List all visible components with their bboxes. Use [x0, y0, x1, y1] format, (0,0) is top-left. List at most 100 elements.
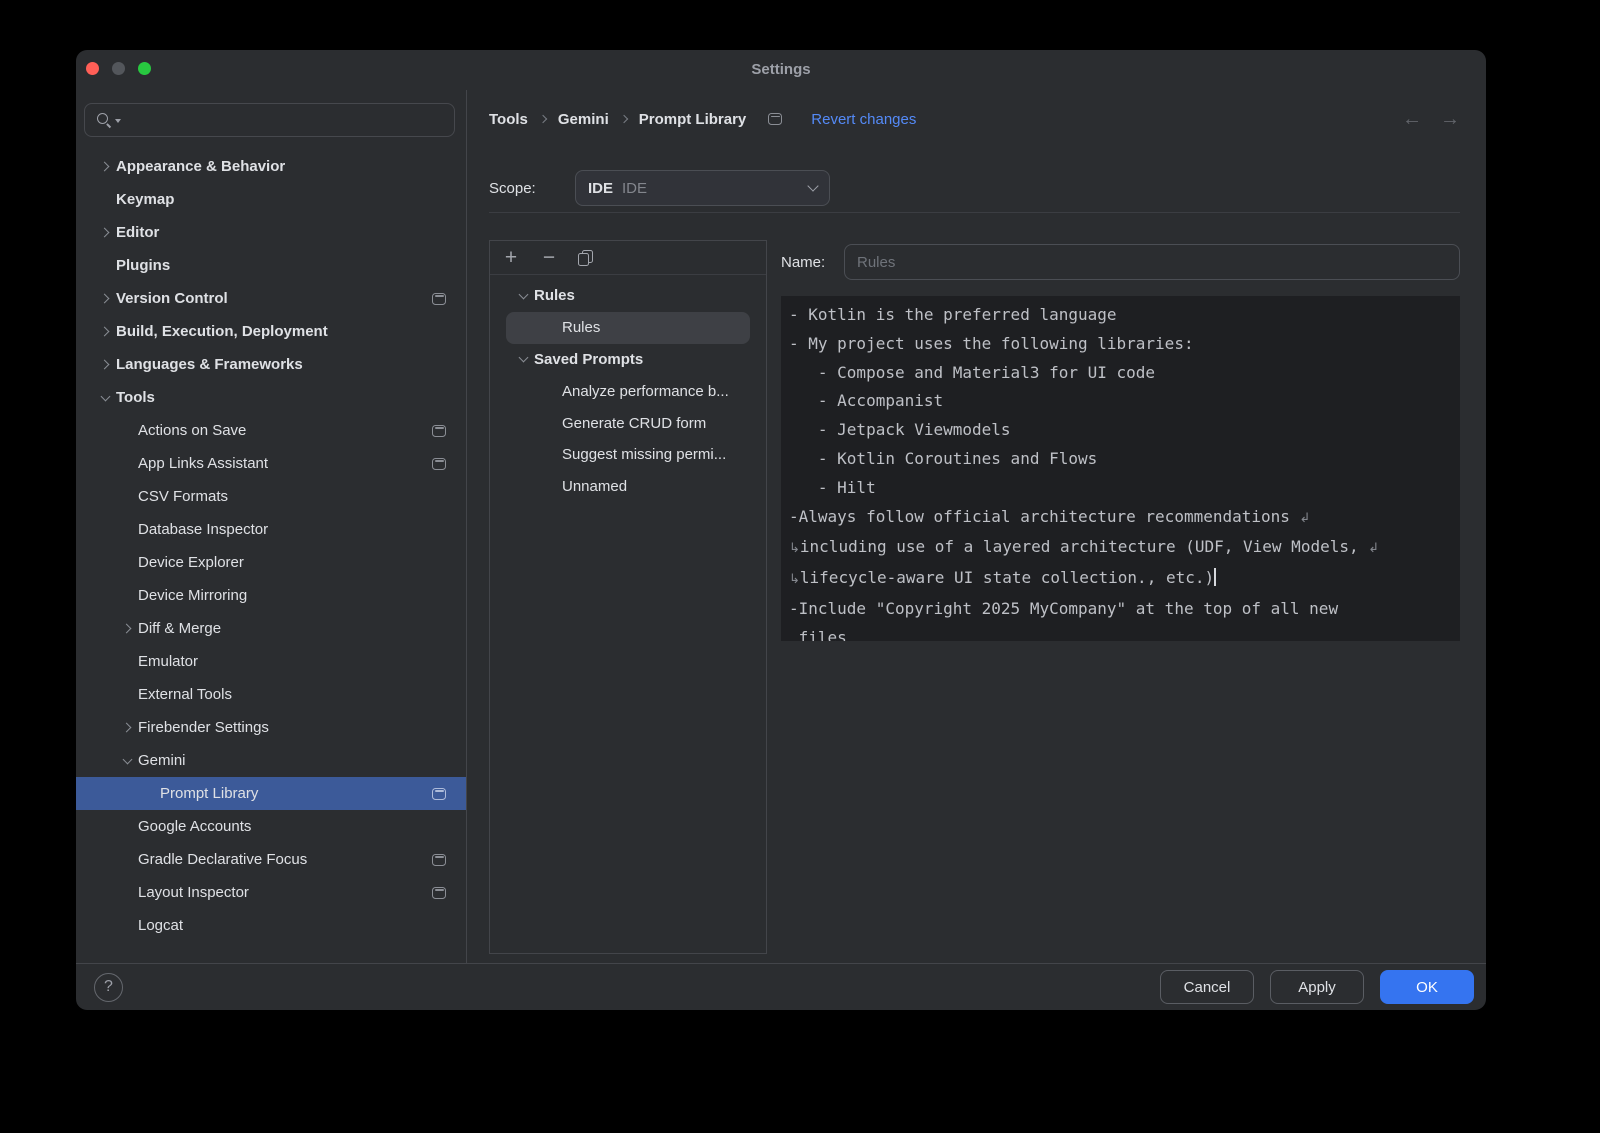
editor-line: -Always follow official architecture rec…	[789, 503, 1452, 534]
modified-indicator-icon	[432, 887, 446, 899]
soft-wrap-icon: ↲	[1368, 541, 1379, 556]
chevron-right-icon	[94, 295, 116, 302]
cancel-button[interactable]: Cancel	[1160, 970, 1254, 1004]
sidebar-item-database-inspector[interactable]: Database Inspector	[76, 513, 466, 546]
editor-line: - Hilt	[789, 474, 1452, 503]
sidebar-item-firebender-settings[interactable]: Firebender Settings	[76, 711, 466, 744]
prompt-group-saved-prompts[interactable]: Saved Prompts	[506, 344, 750, 376]
sidebar-item-logcat[interactable]: Logcat	[76, 909, 466, 942]
help-button[interactable]: ?	[94, 973, 123, 1002]
prompt-item-label: Unnamed	[562, 478, 627, 495]
chevron-right-icon	[116, 625, 138, 632]
modified-indicator-icon	[432, 788, 446, 800]
sidebar-item-languages-frameworks[interactable]: Languages & Frameworks	[76, 348, 466, 381]
breadcrumb: Tools Gemini Prompt Library	[489, 111, 746, 128]
editor-line: - Jetpack Viewmodels	[789, 416, 1452, 445]
modified-indicator-icon	[432, 425, 446, 437]
sidebar-item-label: Layout Inspector	[138, 884, 249, 901]
prompt-tree: Rules Rules Saved Prompts Analyze perfor…	[490, 275, 766, 503]
soft-wrap-icon: ↲	[1300, 511, 1311, 526]
sidebar-item-label: Device Explorer	[138, 554, 244, 571]
sidebar-item-layout-inspector[interactable]: Layout Inspector	[76, 876, 466, 909]
prompt-item-analyze-performance[interactable]: Analyze performance b...	[506, 375, 750, 407]
sidebar-item-label: Appearance & Behavior	[116, 158, 285, 175]
modified-indicator-icon	[432, 458, 446, 470]
prompt-item-generate-crud-form[interactable]: Generate CRUD form	[506, 407, 750, 439]
sidebar-item-label: Editor	[116, 224, 159, 241]
forward-arrow-icon[interactable]: →	[1440, 109, 1460, 129]
editor-line: - Kotlin Coroutines and Flows	[789, 445, 1452, 474]
breadcrumb-separator-icon	[539, 115, 547, 123]
sidebar-item-build-execution-deployment[interactable]: Build, Execution, Deployment	[76, 315, 466, 348]
chevron-down-icon	[807, 180, 818, 191]
soft-wrap-icon: ↳	[789, 572, 800, 587]
sidebar-item-csv-formats[interactable]: CSV Formats	[76, 480, 466, 513]
editor-line: ↳lifecycle-aware UI state collection., e…	[789, 564, 1452, 595]
breadcrumb-gemini[interactable]: Gemini	[558, 111, 609, 128]
sidebar-item-device-explorer[interactable]: Device Explorer	[76, 546, 466, 579]
remove-prompt-button[interactable]: −	[540, 247, 558, 268]
chevron-right-icon	[94, 328, 116, 335]
sidebar-item-keymap[interactable]: Keymap	[76, 183, 466, 216]
sidebar-item-gemini[interactable]: Gemini	[76, 744, 466, 777]
soft-wrap-icon: ↳	[789, 541, 800, 556]
sidebar-item-editor[interactable]: Editor	[76, 216, 466, 249]
prompt-text-editor[interactable]: - Kotlin is the preferred language - My …	[781, 296, 1460, 641]
editor-line: ↳including use of a layered architecture…	[789, 533, 1452, 564]
sidebar-item-app-links-assistant[interactable]: App Links Assistant	[76, 447, 466, 480]
sidebar-item-label: Emulator	[138, 653, 198, 670]
sidebar-item-tools[interactable]: Tools	[76, 381, 466, 414]
settings-search-input[interactable]	[84, 103, 455, 137]
editor-line: - Kotlin is the preferred language	[789, 301, 1452, 330]
prompt-detail-panel: Name: - Kotlin is the preferred language…	[781, 240, 1460, 954]
scope-dropdown[interactable]: IDE IDE	[575, 170, 830, 206]
sidebar-item-label: Build, Execution, Deployment	[116, 323, 328, 340]
sidebar-item-label: App Links Assistant	[138, 455, 268, 472]
sidebar-item-emulator[interactable]: Emulator	[76, 645, 466, 678]
prompt-item-unnamed[interactable]: Unnamed	[506, 471, 750, 503]
prompt-group-rules[interactable]: Rules	[506, 280, 750, 312]
modified-indicator-icon	[432, 293, 446, 305]
revert-changes-link[interactable]: Revert changes	[768, 111, 916, 128]
chevron-right-icon	[94, 229, 116, 236]
settings-sidebar: Appearance & Behavior Keymap Editor Plug…	[76, 90, 467, 963]
settings-window: Settings Appearance & Behavior Keymap	[76, 50, 1486, 1010]
sidebar-item-label: Languages & Frameworks	[116, 356, 303, 373]
add-prompt-button[interactable]: +	[502, 247, 520, 268]
sidebar-item-label: Prompt Library	[160, 785, 258, 802]
ok-button[interactable]: OK	[1380, 970, 1474, 1004]
title-bar: Settings	[76, 50, 1486, 90]
sidebar-item-plugins[interactable]: Plugins	[76, 249, 466, 282]
sidebar-item-label: Actions on Save	[138, 422, 246, 439]
sidebar-item-label: Firebender Settings	[138, 719, 269, 736]
sidebar-item-actions-on-save[interactable]: Actions on Save	[76, 414, 466, 447]
editor-line: - Accompanist	[789, 387, 1452, 416]
sidebar-item-device-mirroring[interactable]: Device Mirroring	[76, 579, 466, 612]
breadcrumb-tools[interactable]: Tools	[489, 111, 528, 128]
scope-label: Scope:	[489, 180, 575, 197]
sidebar-item-gradle-declarative-focus[interactable]: Gradle Declarative Focus	[76, 843, 466, 876]
breadcrumb-prompt-library[interactable]: Prompt Library	[639, 111, 747, 128]
prompt-group-label: Saved Prompts	[534, 351, 643, 368]
sidebar-item-label: Plugins	[116, 257, 170, 274]
chevron-right-icon	[116, 724, 138, 731]
sidebar-item-label: Version Control	[116, 290, 228, 307]
back-arrow-icon[interactable]: ←	[1402, 109, 1422, 129]
duplicate-prompt-icon[interactable]	[578, 250, 591, 265]
sidebar-item-diff-merge[interactable]: Diff & Merge	[76, 612, 466, 645]
sidebar-item-label: External Tools	[138, 686, 232, 703]
prompt-name-input[interactable]	[844, 244, 1460, 280]
prompt-item-suggest-missing-permissions[interactable]: Suggest missing permi...	[506, 439, 750, 471]
sidebar-item-external-tools[interactable]: External Tools	[76, 678, 466, 711]
sidebar-item-prompt-library[interactable]: Prompt Library	[76, 777, 466, 810]
sidebar-item-label: Tools	[116, 389, 155, 406]
scope-selected-value: IDE	[622, 180, 647, 197]
search-icon	[96, 112, 112, 128]
dialog-footer: ? Cancel Apply OK	[76, 963, 1486, 1010]
apply-button[interactable]: Apply	[1270, 970, 1364, 1004]
sidebar-item-google-accounts[interactable]: Google Accounts	[76, 810, 466, 843]
prompt-item-rules[interactable]: Rules	[506, 312, 750, 344]
sidebar-item-appearance-behavior[interactable]: Appearance & Behavior	[76, 150, 466, 183]
sidebar-item-version-control[interactable]: Version Control	[76, 282, 466, 315]
chevron-down-icon	[512, 357, 534, 361]
